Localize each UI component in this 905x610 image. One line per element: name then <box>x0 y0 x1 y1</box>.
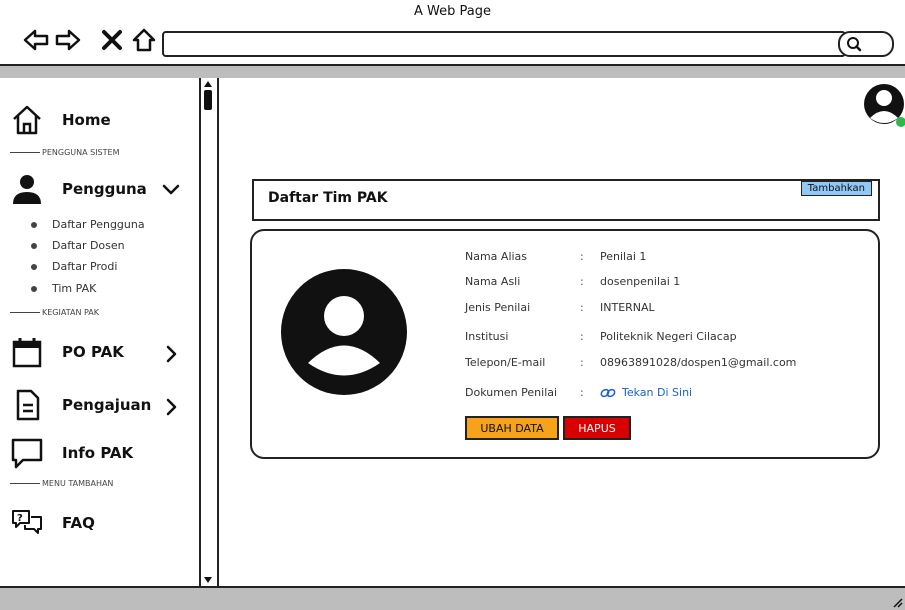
faq-icon: ? <box>12 510 42 534</box>
browser-toolbar: A Web Page <box>0 0 905 78</box>
calendar-icon <box>12 338 42 368</box>
field-value: Penilai 1 <box>600 250 647 263</box>
sidebar-item-label: Pengguna <box>62 180 147 198</box>
panel-title: Daftar Tim PAK <box>268 190 388 206</box>
field-label: Telepon/E-mail <box>465 356 546 369</box>
panel-header: Daftar Tim PAK Tambahkan <box>252 179 880 221</box>
document-icon <box>16 389 40 421</box>
link-icon <box>600 388 616 397</box>
section-label-user: PENGGUNA SISTEM <box>10 148 119 157</box>
search-box[interactable] <box>838 31 894 57</box>
chevron-right-icon[interactable] <box>166 345 178 363</box>
scroll-up-icon[interactable] <box>204 80 212 88</box>
search-icon <box>847 37 862 52</box>
sidebar-subitem-daftar-prodi[interactable]: Daftar Prodi <box>31 260 117 273</box>
home-icon <box>13 105 41 135</box>
field-value: Politeknik Negeri Cilacap <box>600 330 737 343</box>
field-label: Institusi <box>465 330 509 343</box>
sidebar-item-faq[interactable]: ? FAQ <box>10 506 95 540</box>
home-nav-icon[interactable] <box>130 26 158 54</box>
field-value: 08963891028/dospen1@gmail.com <box>600 356 797 369</box>
user-icon <box>13 175 41 204</box>
svg-text:?: ? <box>17 513 23 524</box>
section-label-activity: KEGIATAN PAK <box>10 308 99 317</box>
field-colon: : <box>580 275 584 288</box>
address-bar[interactable] <box>162 31 846 57</box>
sidebar-item-info-pak[interactable]: Info PAK <box>10 436 133 470</box>
field-colon: : <box>580 330 584 343</box>
close-icon[interactable] <box>98 26 126 54</box>
sidebar-subitem-daftar-pengguna[interactable]: Daftar Pengguna <box>31 218 145 231</box>
chat-bubble-icon <box>11 438 43 469</box>
browser-window: A Web Page Home PENGGUNA SISTEM Pengguna… <box>0 0 905 610</box>
sidebar-item-label: Pengajuan <box>62 396 152 414</box>
scroll-down-icon[interactable] <box>204 576 212 584</box>
field-value: dosenpenilai 1 <box>600 275 681 288</box>
back-arrow-icon[interactable] <box>22 26 50 54</box>
sidebar-subitem-tim-pak[interactable]: Tim PAK <box>31 282 96 295</box>
field-colon: : <box>580 356 584 369</box>
chevron-down-icon[interactable] <box>162 184 180 196</box>
field-colon: : <box>580 386 584 399</box>
scroll-thumb[interactable] <box>204 90 212 110</box>
edit-button[interactable]: UBAH DATA <box>465 416 559 440</box>
field-label: Nama Alias <box>465 250 528 263</box>
field-colon: : <box>580 301 584 314</box>
add-button[interactable]: Tambahkan <box>800 181 872 196</box>
sidebar-item-home[interactable]: Home <box>10 103 111 137</box>
sidebar-item-pengajuan[interactable]: Pengajuan <box>10 388 151 422</box>
delete-button[interactable]: HAPUS <box>563 416 631 440</box>
field-colon: : <box>580 250 584 263</box>
sidebar-item-label: FAQ <box>62 514 95 532</box>
field-value: INTERNAL <box>600 301 655 314</box>
status-bar <box>0 586 905 610</box>
user-avatar-icon[interactable] <box>862 82 905 128</box>
forward-arrow-icon[interactable] <box>54 26 82 54</box>
window-title: A Web Page <box>414 4 491 19</box>
field-label: Jenis Penilai <box>465 301 531 314</box>
sidebar-item-po-pak[interactable]: PO PAK <box>10 335 124 369</box>
document-link-label: Tekan Di Sini <box>622 386 693 399</box>
document-link[interactable]: Tekan Di Sini <box>600 386 692 399</box>
field-label: Dokumen Penilai <box>465 386 558 399</box>
sidebar-item-label: Home <box>62 111 111 129</box>
toolbar-divider <box>0 64 905 78</box>
sidebar-item-pengguna[interactable]: Pengguna <box>10 172 147 206</box>
sidebar-subitem-daftar-dosen[interactable]: Daftar Dosen <box>31 239 125 252</box>
profile-avatar-icon <box>281 269 407 395</box>
sidebar-scrollbar[interactable] <box>199 78 219 586</box>
section-label-extra: MENU TAMBAHAN <box>10 479 113 488</box>
field-label: Nama Asli <box>465 275 521 288</box>
resize-handle-icon[interactable] <box>891 596 903 608</box>
sidebar-item-label: Info PAK <box>62 444 134 462</box>
chevron-right-icon[interactable] <box>166 398 178 416</box>
sidebar-item-label: PO PAK <box>62 343 124 361</box>
